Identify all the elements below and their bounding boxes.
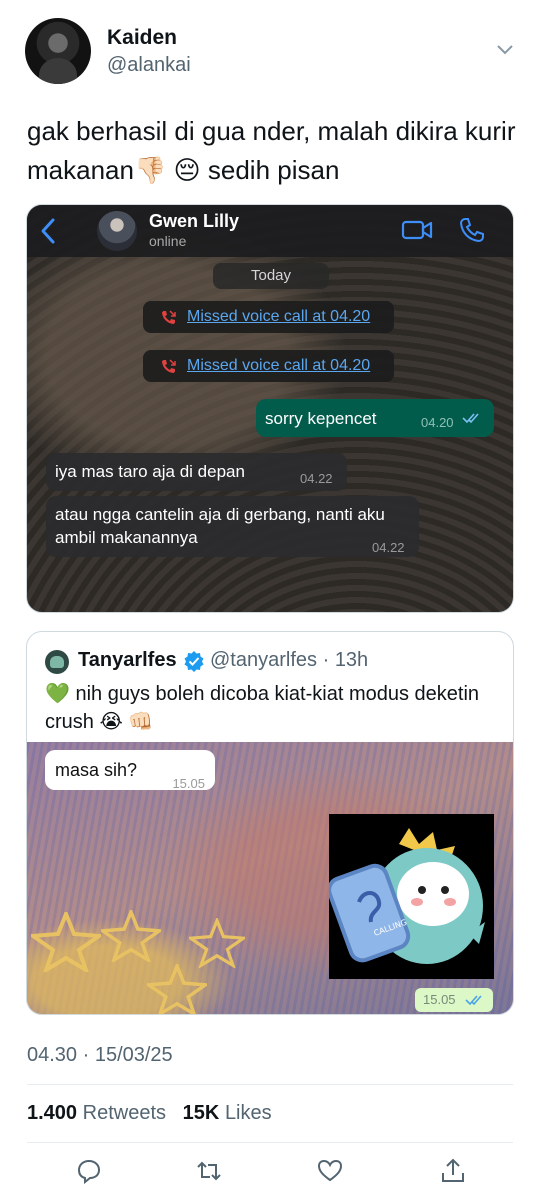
share-icon[interactable]: [440, 1158, 466, 1184]
missed-call-notice: Missed voice call at 04.20: [143, 350, 394, 382]
star-decoration: [31, 912, 101, 972]
contact-avatar: [97, 211, 137, 251]
message-time: 15.05: [172, 776, 205, 791]
double-check-icon: [465, 995, 482, 1006]
message-text: atau ngga cantelin aja di gerbang, nanti…: [55, 505, 385, 547]
message-time: 04.20: [421, 415, 454, 430]
date-chip: Today: [213, 263, 329, 289]
chat-message-incoming: iya mas taro aja di depan 04.22: [46, 453, 347, 491]
divider: [27, 1142, 513, 1143]
message-time: 04.22: [300, 471, 333, 486]
quoted-avatar: [45, 650, 69, 674]
message-text: masa sih?: [55, 760, 138, 780]
contact-name: Gwen Lilly: [149, 211, 240, 231]
chat-message-incoming: atau ngga cantelin aja di gerbang, nanti…: [46, 496, 419, 557]
reply-icon[interactable]: [76, 1158, 102, 1184]
tweet-text: gak berhasil di gua nder, malah dikira k…: [27, 116, 516, 185]
double-check-icon: [462, 413, 479, 424]
dinosaur-sticker: CALLING: [329, 814, 494, 979]
retweets-count[interactable]: 1.400: [27, 1102, 77, 1124]
sticker-time: 15.05: [415, 988, 493, 1012]
likes-count[interactable]: 15K: [183, 1102, 220, 1124]
star-decoration: [147, 964, 207, 1014]
retweets-label[interactable]: Retweets: [83, 1102, 166, 1124]
missed-call-label[interactable]: Missed voice call at 04.20: [187, 308, 370, 326]
tweet-timestamp[interactable]: 04.30 · 15/03/25: [27, 1044, 173, 1067]
star-decoration: [101, 910, 161, 962]
missed-call-icon: [162, 310, 176, 324]
quoted-meta: @tanyarlfes · 13h: [210, 649, 368, 672]
engagement-stats: 1.400 Retweets 15K Likes: [27, 1102, 272, 1125]
chat-screenshot[interactable]: Gwen Lilly online Today Missed voice cal…: [26, 204, 514, 613]
quoted-image[interactable]: masa sih? 15.05 CALLING 15.05: [27, 742, 513, 1014]
star-decoration: [189, 918, 245, 968]
quoted-handle: @tanyarlfes: [210, 649, 318, 671]
missed-call-label[interactable]: Missed voice call at 04.20: [187, 357, 370, 375]
video-call-icon: [401, 220, 433, 240]
chat-message-incoming: masa sih? 15.05: [45, 750, 215, 791]
contact-status: online: [149, 233, 187, 249]
chevron-down-icon[interactable]: [494, 38, 516, 60]
phone-icon: [459, 218, 484, 243]
chat-header: Gwen Lilly online: [27, 205, 513, 257]
likes-label[interactable]: Likes: [225, 1102, 272, 1124]
quoted-author-name: Tanyarlfes: [78, 649, 177, 671]
message-time: 04.22: [372, 540, 405, 555]
message-time: 15.05: [423, 992, 456, 1007]
author-avatar[interactable]: [25, 18, 91, 84]
quoted-text: 💚 nih guys boleh dicoba kiat-kiat modus …: [45, 683, 480, 733]
divider: [27, 1084, 513, 1085]
retweet-icon[interactable]: [196, 1158, 222, 1184]
back-arrow-icon: [41, 218, 55, 244]
chat-message-outgoing: sorry kepencet 04.20: [256, 399, 494, 437]
missed-call-icon: [162, 359, 176, 373]
message-text: iya mas taro aja di depan: [55, 462, 245, 481]
quoted-age: 13h: [334, 649, 369, 671]
author-name[interactable]: Kaiden: [107, 26, 177, 50]
missed-call-notice: Missed voice call at 04.20: [143, 301, 394, 333]
meta-separator: ·: [322, 649, 330, 671]
message-text: sorry kepencet: [265, 409, 377, 428]
verified-badge-icon: [184, 651, 204, 672]
quoted-tweet[interactable]: Tanyarlfes @tanyarlfes · 13h 💚 nih guys …: [26, 631, 514, 1015]
author-handle[interactable]: @alankai: [107, 54, 191, 77]
like-icon[interactable]: [317, 1158, 343, 1184]
